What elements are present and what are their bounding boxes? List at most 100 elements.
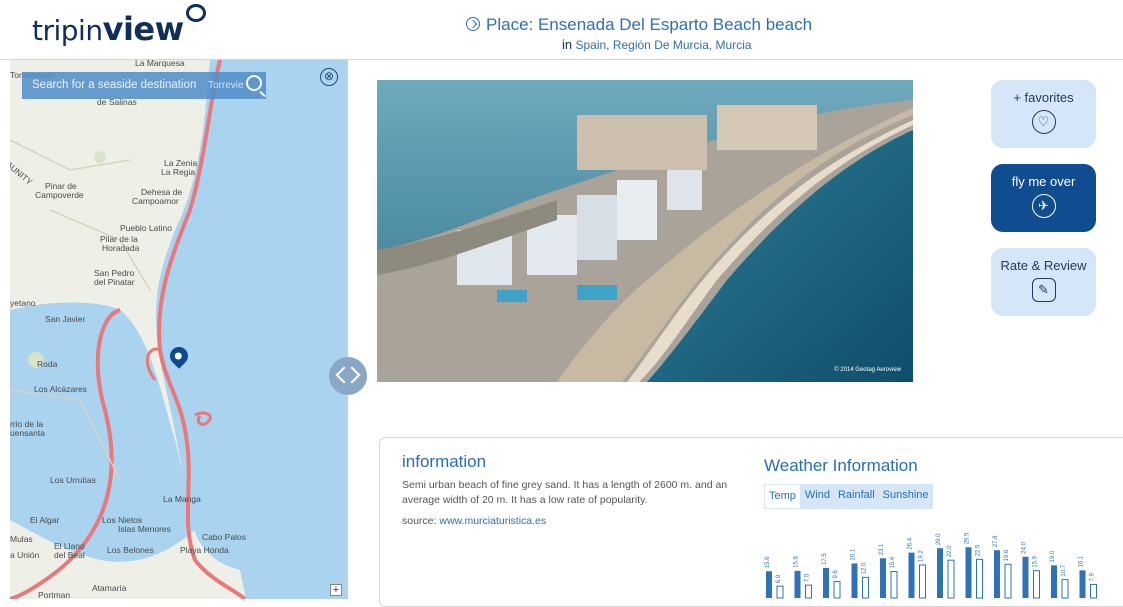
map-label: de Salinas [97, 97, 137, 107]
close-map-icon[interactable]: ⊗ [320, 68, 338, 86]
map-label: Los Alcázares [34, 384, 87, 394]
map-label: Islas Menores [118, 524, 171, 534]
map-label: Playa Honda [180, 545, 229, 555]
map-label: La Marquesa [135, 60, 185, 68]
chart-bar-low [919, 564, 926, 599]
chart-bar-high [794, 570, 801, 598]
source-link[interactable]: www.murciaturistica.es [439, 515, 546, 527]
chart-label-low: 10.7 [1061, 564, 1067, 576]
rate-review-button[interactable]: Rate & Review ✎ [991, 248, 1096, 316]
info-title: information [402, 452, 487, 471]
logo-bold: view [102, 10, 185, 48]
search-map-label: Torrevie [208, 80, 244, 91]
map-label: del Pinatar [94, 277, 135, 287]
chart-bar-low [1004, 563, 1012, 599]
chart-bar-low [805, 584, 812, 599]
map-label: Los Urrutias [50, 475, 96, 485]
zoom-in-button[interactable]: + [330, 584, 342, 596]
chart-label-low: 22.5 [976, 544, 982, 556]
chart-label-low: 9.6 [833, 569, 839, 578]
logo-bubble-icon [185, 4, 206, 22]
map-label: del Beal [54, 550, 85, 560]
chart-bar-low [862, 576, 869, 599]
info-description: Semi urban beach of fine grey sand. It h… [402, 479, 728, 506]
map-label: La Manga [163, 494, 201, 504]
fly-me-over-button[interactable]: fly me over ✈ [991, 164, 1096, 232]
chart-label-high: 17.5 [822, 553, 828, 565]
map-label: uensanta [10, 428, 45, 438]
top-header: tripinview Place: Ensenada Del Esparto B… [0, 0, 1123, 60]
chart-bar-low [776, 585, 784, 599]
favorites-label: + favorites [1013, 90, 1074, 105]
place-location-text[interactable]: Spain, Región De Murcia, Murcia [575, 38, 751, 52]
page-title: Place: Ensenada Del Esparto Beach beach [466, 15, 812, 35]
map-label: La Regia [161, 167, 196, 177]
map-label: El Algar [30, 515, 60, 525]
chart-bar-high [965, 547, 972, 598]
tab-wind[interactable]: Wind [800, 484, 834, 509]
chart-label-high: 26.4 [908, 537, 914, 549]
weather-tabs: Temp Wind Rainfall Sunshine [764, 484, 933, 509]
rate-label: Rate & Review [1000, 258, 1087, 273]
logo-prefix: tripin [32, 14, 103, 47]
search-icon[interactable] [246, 75, 262, 91]
chart-bar-high [937, 548, 943, 598]
chart-bar-low [890, 571, 898, 599]
map-label: Campoverde [35, 190, 84, 200]
beach-photo: © 2014 Geotag Aeroview [377, 80, 913, 382]
map-label: Roda [37, 359, 58, 369]
chart-bar-high [1051, 565, 1057, 598]
place-location: in Spain, Región De Murcia, Murcia [562, 37, 752, 52]
favorites-button[interactable]: + favorites ♡ [991, 80, 1096, 148]
chart-label-high: 15.8 [794, 556, 800, 568]
heart-icon: ♡ [1031, 110, 1056, 134]
chart-label-low: 19.2 [919, 550, 925, 562]
map-label: Mulas [10, 534, 33, 544]
map-canvas[interactable] [10, 60, 348, 599]
map-label: Los Belones [107, 545, 154, 555]
search-placeholder: Search for a seaside destination [32, 79, 197, 91]
chart-bar-low [1061, 579, 1069, 599]
map-label: Atamaría [92, 583, 127, 593]
chart-label-high: 24.0 [1022, 541, 1028, 553]
chart-label-low: 15.9 [1033, 555, 1039, 567]
chart-label-high: 16.1 [1079, 555, 1085, 567]
temperature-chart: 15.6 6.9 15.8 7.5 17.5 9.6 20.1 12.0 23.1 15.4 26.… [765, 532, 1097, 599]
chart-bar-low [1090, 583, 1097, 599]
tab-temp[interactable]: Temp [764, 484, 801, 509]
map-panel[interactable]: Torremendo La Marquesa de Salinas La Zen… [10, 60, 348, 599]
chart-bar-high [1079, 570, 1086, 598]
map-label: Cabo Palos [202, 532, 246, 542]
weather-title: Weather Information [764, 456, 918, 475]
chart-bar-high [1022, 556, 1029, 598]
chart-label-high: 23.1 [879, 543, 885, 555]
search-input[interactable]: Search for a seaside destination Torrevi… [22, 72, 266, 99]
chart-bar-high [994, 550, 1000, 598]
map-label: Pueblo Latino [120, 223, 172, 233]
place-pin-icon [466, 17, 480, 31]
map-label: San Javier [45, 314, 86, 324]
chart-bar-low [976, 558, 983, 599]
chart-label-low: 19.6 [1004, 549, 1010, 561]
chart-label-high: 27.8 [993, 535, 999, 547]
photo-credit: © 2014 Geotag Aeroview [834, 367, 901, 373]
map-label: a Unión [10, 550, 40, 560]
tab-sunshine[interactable]: Sunshine [878, 484, 933, 509]
place-title-text: Place: Ensenada Del Esparto Beach beach [486, 15, 813, 34]
map-label: Portman [38, 590, 71, 600]
fly-over-icon: ✈ [1031, 194, 1056, 218]
fly-label: fly me over [1011, 174, 1076, 189]
chart-bar-high [823, 567, 829, 598]
map-label: Campoamor [132, 196, 179, 206]
chart-bar-low [833, 581, 841, 599]
chart-label-high: 19.0 [1050, 550, 1056, 562]
chart-bar-high [908, 552, 915, 598]
panel-toggle-button[interactable] [329, 357, 367, 395]
source-label: source: [402, 515, 437, 527]
chart-label-high: 29.0 [936, 533, 942, 545]
chart-bar-high [766, 571, 772, 598]
chart-label-low: 7.5 [805, 573, 811, 582]
map-label: yetano [10, 298, 36, 308]
tripinview-logo[interactable]: tripinview [32, 4, 206, 48]
tab-rainfall[interactable]: Rainfall [833, 484, 879, 509]
